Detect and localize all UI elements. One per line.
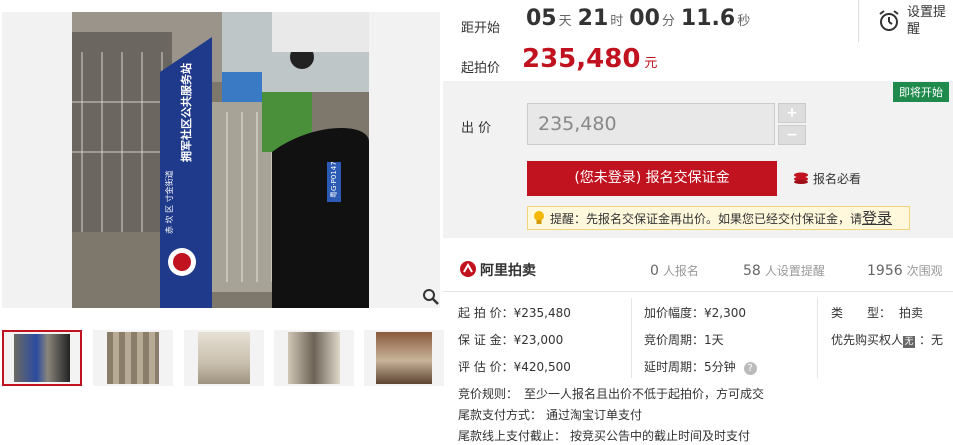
- detail-key: 优先购买权人: [831, 333, 904, 347]
- thumbnail-strip: [2, 330, 444, 386]
- countdown-minutes: 00: [629, 6, 660, 31]
- detail-priority: 优先购买权人无 ：无: [831, 331, 943, 348]
- detail-key: 加价幅度：: [644, 306, 705, 320]
- detail-increment: 加价幅度：¥2,300: [644, 304, 746, 321]
- seconds-unit: 秒: [737, 14, 751, 29]
- hours-unit: 时: [610, 14, 624, 29]
- detail-key: 类 型：: [831, 306, 892, 320]
- detail-start-price: 起 拍 价：¥235,480: [458, 304, 571, 321]
- platform-logo: 阿里拍卖: [459, 260, 536, 280]
- detail-key: 竞价规则：: [458, 387, 519, 401]
- main-photo[interactable]: 拥军社区公共服务站 赤 坎 区 寸金街道 粤G·P0147: [2, 12, 440, 308]
- signup-count-value: 0: [650, 263, 659, 279]
- decrease-bid-button[interactable]: −: [778, 125, 806, 145]
- detail-value: ¥2,300: [704, 306, 747, 320]
- reminder-count-label: 人设置提醒: [764, 264, 825, 278]
- set-reminder-button[interactable]: 设置提醒: [858, 0, 953, 42]
- reminder-count: 58 人设置提醒: [743, 262, 825, 279]
- bid-label: 出 价: [461, 121, 492, 136]
- countdown-timer: 05 天 21 时 00 分 11.6 秒: [526, 6, 756, 31]
- view-count-label: 次围观: [906, 264, 943, 278]
- detail-value: ¥23,000: [513, 333, 564, 347]
- building-sign: 拥军社区公共服务站: [179, 63, 193, 162]
- detail-key: 起 拍 价：: [458, 306, 514, 320]
- detail-value: 1天: [704, 333, 724, 347]
- stats-bar: 阿里拍卖 0 人报名 58 人设置提醒 1956 次围观: [443, 252, 953, 292]
- detail-delay: 延时周期：5分钟?: [644, 358, 757, 375]
- thumbnail[interactable]: [274, 330, 354, 386]
- signup-count: 0 人报名: [650, 262, 699, 279]
- column-divider: [817, 298, 818, 378]
- register-deposit-button[interactable]: (您未登录) 报名交保证金: [527, 161, 777, 196]
- district-sign: 赤 坎 区 寸金街道: [164, 170, 174, 234]
- detail-pay-method: 尾款支付方式： 通过淘宝订单支付: [458, 406, 642, 423]
- detail-type: 类 型： 拍卖: [831, 304, 923, 321]
- signup-count-label: 人报名: [662, 264, 699, 278]
- detail-value: 按竞买公告中的截止时间及时支付: [570, 429, 751, 443]
- detail-key: 评 估 价：: [458, 360, 514, 374]
- detail-value: ¥420,500: [513, 360, 571, 374]
- column-divider: [631, 298, 632, 378]
- bid-stepper: + −: [778, 103, 806, 145]
- start-price-label: 起拍价: [461, 61, 501, 76]
- countdown-seconds: 11.6: [680, 6, 736, 31]
- days-unit: 天: [558, 14, 572, 29]
- thumbnail[interactable]: [93, 330, 173, 386]
- status-badge: 即将开始: [893, 82, 949, 102]
- magnifier-icon[interactable]: [422, 288, 440, 306]
- set-reminder-label: 设置提醒: [907, 5, 947, 37]
- bid-amount-input[interactable]: [527, 103, 775, 145]
- reminder-count-value: 58: [743, 263, 761, 279]
- detail-value: ¥235,480: [513, 306, 571, 320]
- start-price: 235,480 元: [522, 44, 657, 74]
- bid-panel: 即将开始 出 价 + − (您未登录) 报名交保证金 报名必看 提醒：先报名交保…: [443, 81, 953, 238]
- countdown-hours: 21: [577, 6, 609, 31]
- building-photo: 拥军社区公共服务站 赤 坎 区 寸金街道 粤G·P0147: [72, 12, 369, 308]
- thumbnail[interactable]: [184, 330, 264, 386]
- increase-bid-button[interactable]: +: [778, 103, 806, 123]
- alarm-clock-icon: [879, 10, 899, 31]
- detail-key: 尾款线上支付截止：: [458, 429, 567, 443]
- view-count-value: 1956: [867, 263, 903, 279]
- detail-deposit: 保 证 金：¥23,000: [458, 331, 563, 348]
- login-notice: 提醒：先报名交保证金再出价。如果您已经交付保证金，请登录: [527, 206, 910, 230]
- signup-guide-link[interactable]: 报名必看: [793, 170, 861, 187]
- detail-key: 尾款支付方式：: [458, 408, 543, 422]
- detail-value: 5分钟: [704, 360, 736, 374]
- thumbnail[interactable]: [364, 330, 444, 386]
- detail-key: 竞价周期：: [644, 333, 705, 347]
- detail-pay-deadline: 尾款线上支付截止： 按竞买公告中的截止时间及时支付: [458, 427, 750, 444]
- lightbulb-icon: [534, 211, 544, 224]
- signup-guide-label: 报名必看: [813, 172, 862, 186]
- platform-name: 阿里拍卖: [480, 263, 536, 279]
- login-link[interactable]: 登录: [862, 209, 892, 227]
- minutes-unit: 分: [661, 14, 675, 29]
- notice-text: 提醒：先报名交保证金再出价。如果您已经交付保证金，请: [550, 212, 863, 226]
- detail-value: 拍卖: [899, 306, 924, 320]
- detail-cycle: 竞价周期：1天: [644, 331, 724, 348]
- countdown-days: 05: [526, 6, 557, 31]
- detail-value: ：无: [919, 333, 944, 347]
- coins-icon: [794, 172, 808, 184]
- detail-value: 至少一人报名且出价不低于起拍价，方可成交: [524, 387, 765, 401]
- start-price-value: 235,480: [522, 44, 641, 74]
- detail-rule: 竞价规则： 至少一人报名且出价不低于起拍价，方可成交: [458, 385, 764, 402]
- license-plate: 粤G·P0147: [329, 161, 338, 198]
- thumbnail[interactable]: [2, 330, 82, 386]
- detail-key: 保 证 金：: [458, 333, 514, 347]
- countdown-label: 距开始: [461, 21, 501, 36]
- priority-badge: 无: [903, 336, 916, 348]
- view-count: 1956 次围观: [867, 262, 943, 279]
- ali-auction-icon: [460, 261, 476, 277]
- detail-value: 通过淘宝订单支付: [546, 408, 643, 422]
- detail-appraisal: 评 估 价：¥420,500: [458, 358, 571, 375]
- detail-key: 延时周期：: [644, 360, 705, 374]
- start-price-unit: 元: [644, 56, 658, 71]
- help-icon[interactable]: ?: [743, 362, 757, 375]
